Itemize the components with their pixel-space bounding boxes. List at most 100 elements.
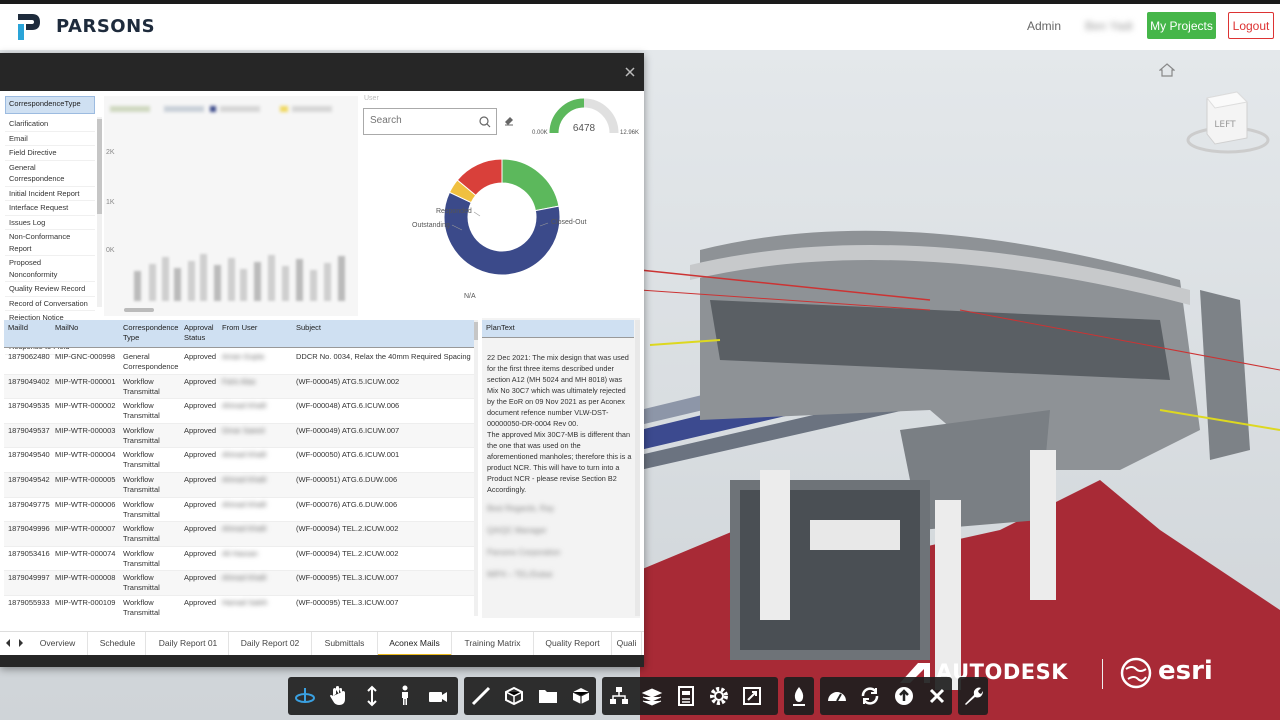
cell-type: Workflow Transmittal	[123, 573, 160, 593]
cell-status: Approved	[184, 474, 217, 484]
search-icon[interactable]	[478, 115, 492, 129]
viewcube[interactable]: LEFT	[1185, 88, 1270, 163]
bar	[310, 270, 317, 301]
measure-icon[interactable]	[469, 684, 493, 708]
slicer-item[interactable]: General Correspondence	[5, 161, 95, 187]
cell-mailno: MIP-WTR-000074	[55, 548, 116, 558]
column-header[interactable]: MailNo	[55, 323, 120, 333]
bar	[162, 257, 169, 301]
walk-icon[interactable]	[393, 684, 417, 708]
table-row[interactable]: 1879053416 MIP-WTR-000074 Workflow Transmi…	[4, 547, 474, 572]
column-header[interactable]: Subject	[296, 323, 466, 333]
layers-icon[interactable]	[640, 684, 664, 708]
donut-label: Closed-Out	[551, 219, 586, 226]
close-icon[interactable]	[925, 684, 949, 708]
tab-daily-report-02[interactable]: Daily Report 02	[229, 632, 312, 656]
table-row[interactable]: 1879049542 MIP-WTR-000005 Workflow Transmi…	[4, 472, 474, 498]
viewcube-label: LEFT	[1214, 120, 1236, 130]
slicer-header[interactable]: CorrespondenceType	[5, 96, 95, 114]
admin-link[interactable]: Admin	[1027, 19, 1061, 33]
plaintext-header[interactable]: PlanText	[482, 320, 634, 338]
wrench-icon[interactable]	[961, 684, 985, 708]
table-row[interactable]: 1879062480 MIP-GNC-000998 General Correspo…	[4, 350, 474, 375]
panel-titlebar[interactable]	[0, 53, 644, 91]
camera-icon[interactable]	[426, 684, 450, 708]
table-scroll-thumb[interactable]	[474, 322, 478, 340]
bar	[254, 262, 261, 301]
viewer-toolbar	[288, 677, 998, 715]
eraser-icon[interactable]	[503, 114, 515, 126]
esri-globe-icon	[1120, 657, 1152, 689]
logout-button[interactable]: Logout	[1228, 12, 1274, 39]
slicer-item[interactable]: Clarification	[5, 117, 95, 132]
toolbar-group-navigation	[288, 677, 458, 715]
table-row[interactable]: 1879055933 MIP-WTR-000109 Workflow Transmi…	[4, 596, 474, 618]
search-input[interactable]	[370, 115, 470, 126]
table-scrollbar[interactable]	[474, 320, 478, 616]
slicer-item[interactable]: Email	[5, 132, 95, 146]
donut-slice-closedout[interactable]	[501, 158, 560, 212]
my-projects-button[interactable]: My Projects	[1147, 12, 1216, 39]
slicer-item[interactable]: Record of Conversation	[5, 297, 95, 311]
pan-icon[interactable]	[326, 684, 350, 708]
column-header[interactable]: Correspondence Type	[123, 323, 181, 343]
slicer-scroll-thumb[interactable]	[97, 119, 102, 214]
cell-mailid: 1879049775	[8, 499, 50, 509]
performance-icon[interactable]	[825, 684, 849, 708]
section-icon[interactable]	[502, 684, 526, 708]
gauge-min: 0.00K	[532, 130, 548, 136]
tab-next-icon[interactable]	[17, 638, 25, 648]
cell-from: Ali Hassan	[222, 548, 258, 558]
orbit-icon[interactable]	[293, 684, 317, 708]
pin-icon[interactable]	[787, 684, 811, 708]
tab-overview[interactable]: Overview	[28, 632, 88, 656]
cell-type: Workflow Transmittal	[123, 548, 160, 568]
table-row[interactable]: 1879049402 MIP-WTR-000001 Workflow Transmi…	[4, 374, 474, 400]
explode-icon[interactable]	[569, 684, 593, 708]
donut-leader-line	[473, 211, 481, 217]
fullscreen-icon[interactable]	[740, 684, 764, 708]
tab-training-matrix[interactable]: Training Matrix	[452, 632, 534, 656]
table-row[interactable]: 1879049540 MIP-WTR-000004 Workflow Transmi…	[4, 448, 474, 473]
table-row[interactable]: 1879049775 MIP-WTR-000006 Workflow Transmi…	[4, 498, 474, 523]
table-row[interactable]: 1879049996 MIP-WTR-000007 Workflow Transmi…	[4, 522, 474, 547]
table-row[interactable]: 1879049997 MIP-WTR-000008 Workflow Transmi…	[4, 571, 474, 596]
tab-prev-icon[interactable]	[4, 638, 12, 648]
refresh-icon[interactable]	[858, 684, 882, 708]
column-header[interactable]: From User	[222, 323, 293, 333]
column-header[interactable]: MailId	[8, 323, 52, 333]
column-header[interactable]: Approval Status	[184, 323, 219, 343]
upload-icon[interactable]	[892, 684, 916, 708]
zoom-icon[interactable]	[360, 684, 384, 708]
slicer-item[interactable]: Interface Request	[5, 201, 95, 216]
properties-icon[interactable]	[674, 684, 698, 708]
tab-submittals[interactable]: Submittals	[312, 632, 378, 656]
esri-wordmark: esri	[1158, 656, 1213, 686]
panel-close-icon[interactable]	[622, 64, 638, 80]
slicer-item[interactable]: Field Directive	[5, 146, 95, 161]
model-browser-icon[interactable]	[536, 684, 560, 708]
tab-quali[interactable]: Quali	[612, 632, 642, 656]
slicer-item[interactable]: Non-Conformance Report	[5, 230, 95, 256]
settings-icon[interactable]	[707, 684, 731, 708]
cell-status: Approved	[184, 376, 217, 386]
plaintext-scrollbar[interactable]	[635, 320, 640, 616]
tab-quality-report[interactable]: Quality Report	[534, 632, 612, 656]
slicer-item[interactable]: Issues Log	[5, 216, 95, 230]
tab-daily-report-01[interactable]: Daily Report 01	[148, 632, 229, 656]
cell-status: Approved	[184, 597, 217, 607]
slicer-item[interactable]: Quality Review Record	[5, 282, 95, 297]
y-tick-1k: 1K	[106, 199, 115, 206]
cell-mailno: MIP-WTR-000002	[55, 401, 116, 411]
table-row[interactable]: 1879049537 MIP-WTR-000003 Workflow Transmi…	[4, 423, 474, 449]
tab-schedule[interactable]: Schedule	[90, 632, 146, 656]
tab-aconex-mails[interactable]: Aconex Mails	[378, 632, 452, 656]
home-icon[interactable]	[1159, 63, 1175, 77]
bar-chart-scrollbar[interactable]	[124, 308, 154, 312]
slicer-item[interactable]: Initial Incident Report	[5, 187, 95, 201]
structure-icon[interactable]	[607, 684, 631, 708]
table-row[interactable]: 1879049535 MIP-WTR-000002 Workflow Transmi…	[4, 399, 474, 424]
user-name[interactable]: Ben Yadi	[1085, 19, 1133, 33]
search-box[interactable]	[363, 108, 497, 135]
slicer-item[interactable]: Proposed Nonconformity	[5, 256, 95, 282]
